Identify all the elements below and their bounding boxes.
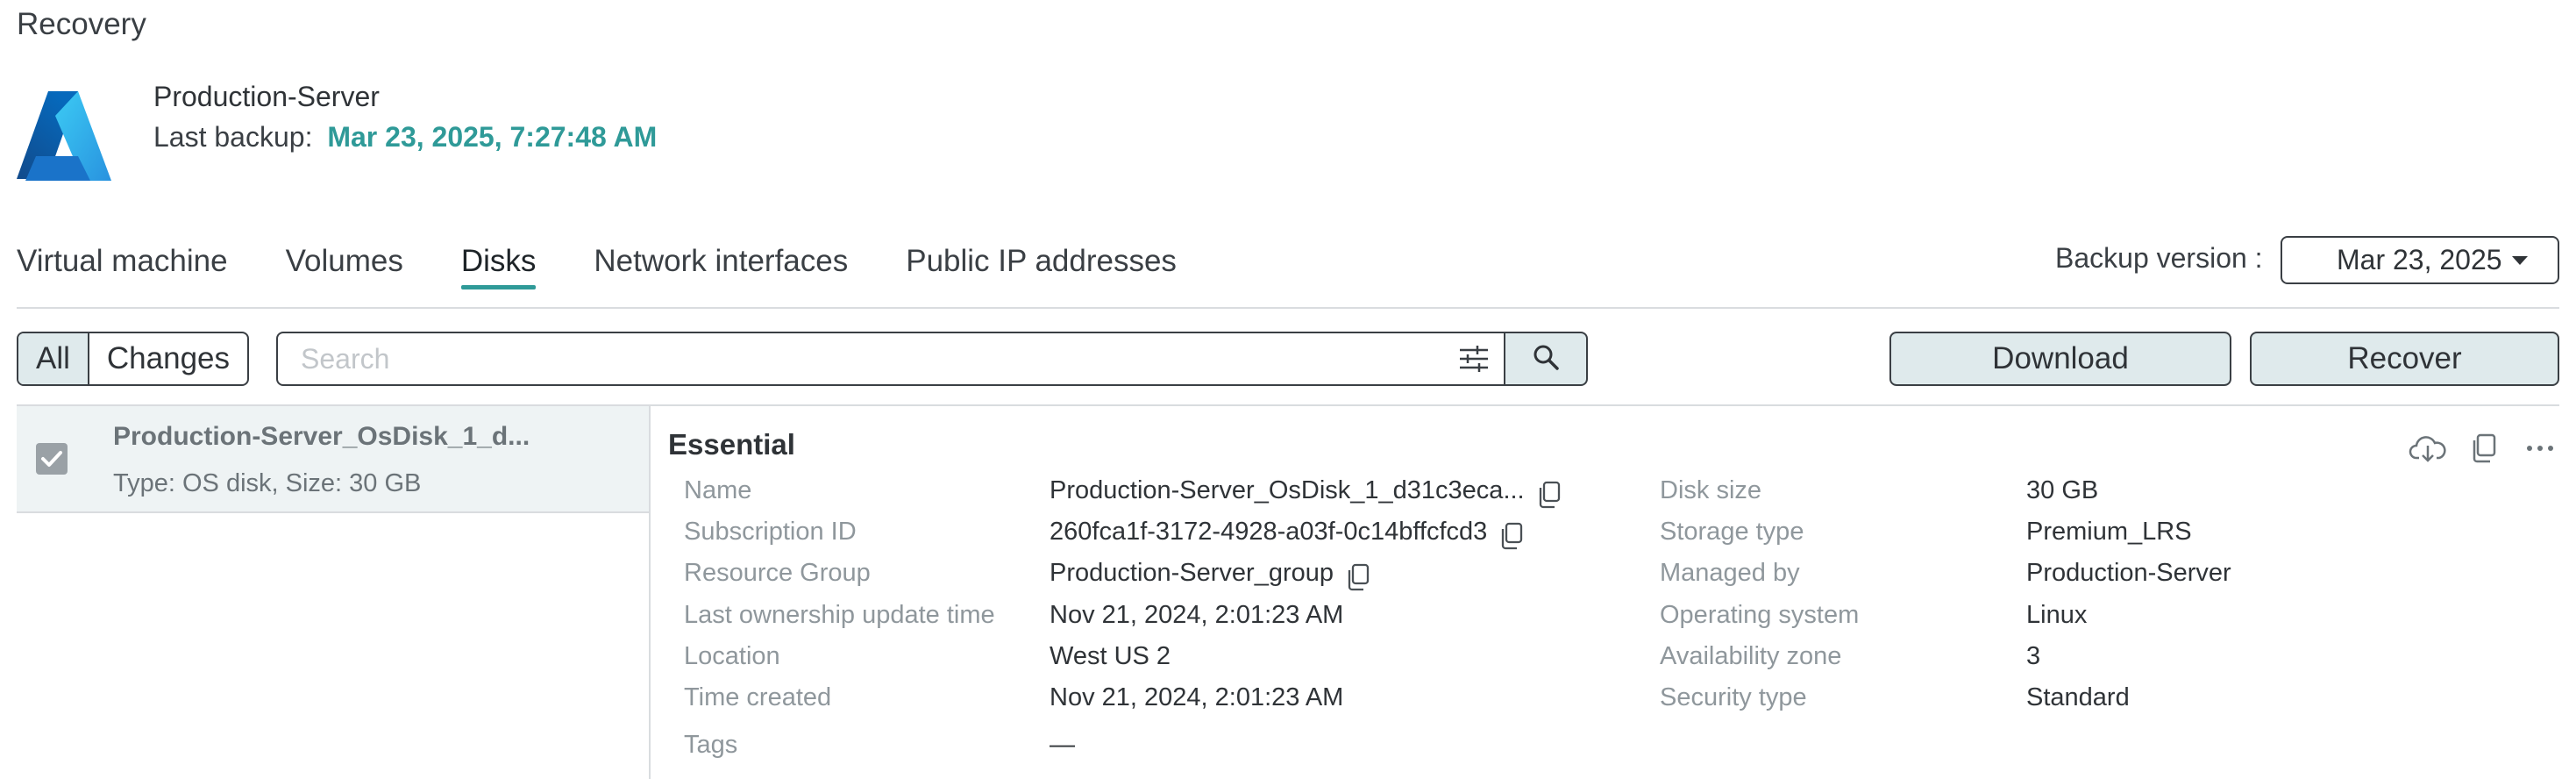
tab-volumes[interactable]: Volumes [286,237,403,291]
detail-key: Tags [684,731,738,759]
disk-subtitle: Type: OS disk, Size: 30 GB [113,469,422,497]
disk-title: Production-Server_OsDisk_1_d... [113,422,530,451]
backup-version-value: Mar 23, 2025 [2337,244,2502,275]
detail-key: Storage type [1660,518,1804,546]
caret-down-icon [2512,256,2528,265]
search-box [276,332,1507,386]
tab-public-ip-addresses[interactable]: Public IP addresses [906,237,1177,291]
disk-details: Essential Name Production-Server_OsDisk_… [652,406,2564,779]
search-input[interactable] [278,333,1418,384]
tags-value: — [1050,731,1075,759]
list-item[interactable]: Production-Server_OsDisk_1_d... Type: OS… [17,406,649,513]
last-backup-label: Last backup: [153,121,313,153]
detail-key: Availability zone [1660,642,1842,670]
tab-disks[interactable]: Disks [460,237,536,291]
managed-by-value: Production-Server [2026,559,2231,587]
more-icon[interactable] [2521,432,2559,464]
azure-logo [17,91,111,181]
subscription-id-value: 260fca1f-3172-4928-a03f-0c14bffcfcd3 [1050,518,1488,546]
detail-key: Disk size [1660,476,1762,504]
detail-key: Time created [684,683,832,711]
filter-toggle: All Changes [17,332,250,386]
detail-key: Last ownership update time [684,601,995,629]
detail-value-row: 260fca1f-3172-4928-a03f-0c14bffcfcd3 [1050,518,1524,549]
search-icon [1532,343,1560,375]
backup-version-select[interactable]: Mar 23, 2025 [2281,236,2559,284]
copy-icon[interactable] [1537,481,1562,509]
time-created-value: Nov 21, 2024, 2:01:23 AM [1050,683,1344,711]
operating-system-value: Linux [2026,601,2088,629]
detail-key: Resource Group [684,559,871,587]
detail-actions [2409,432,2559,464]
sliders-icon[interactable] [1458,345,1490,373]
detail-key: Location [684,642,780,670]
detail-key: Managed by [1660,559,1800,587]
storage-type-value: Premium_LRS [2026,518,2192,546]
availability-zone-value: 3 [2026,642,2041,670]
copy-icon[interactable] [2465,432,2503,464]
vm-name: Production-Server [153,81,380,112]
copy-icon[interactable] [1499,522,1524,550]
checkbox[interactable] [36,443,68,475]
detail-key: Security type [1660,683,1807,711]
detail-value-row: Production-Server_OsDisk_1_d31c3eca... [1050,476,1562,508]
recover-button[interactable]: Recover [2250,332,2559,386]
disk-size-value: 30 GB [2026,476,2099,504]
search-button[interactable] [1504,332,1588,386]
security-type-value: Standard [2026,683,2130,711]
divider [17,307,2559,309]
detail-key: Operating system [1660,601,1860,629]
page-title: Recovery [17,7,146,41]
detail-value-row: Production-Server_group [1050,559,1370,590]
filter-changes-button[interactable]: Changes [87,333,247,384]
last-ownership-update-value: Nov 21, 2024, 2:01:23 AM [1050,601,1344,629]
download-button[interactable]: Download [1889,332,2231,386]
tab-network-interfaces[interactable]: Network interfaces [594,237,848,291]
cloud-download-icon[interactable] [2409,432,2447,464]
location-value: West US 2 [1050,642,1171,670]
last-backup: Last backup: Mar 23, 2025, 7:27:48 AM [153,121,657,154]
section-title: Essential [668,428,795,461]
tab-bar: Virtual machine Volumes Disks Network in… [17,237,1235,291]
last-backup-value: Mar 23, 2025, 7:27:48 AM [327,121,658,153]
tab-virtual-machine[interactable]: Virtual machine [17,237,228,291]
resource-group-value: Production-Server_group [1050,559,1334,587]
detail-key: Subscription ID [684,518,857,546]
detail-key: Name [684,476,752,504]
disk-list: Production-Server_OsDisk_1_d... Type: OS… [17,406,651,779]
copy-icon[interactable] [1346,563,1370,591]
filter-all-button[interactable]: All [18,333,88,384]
disk-name-value: Production-Server_OsDisk_1_d31c3eca... [1050,476,1525,504]
backup-version-label: Backup version : [2055,242,2263,274]
